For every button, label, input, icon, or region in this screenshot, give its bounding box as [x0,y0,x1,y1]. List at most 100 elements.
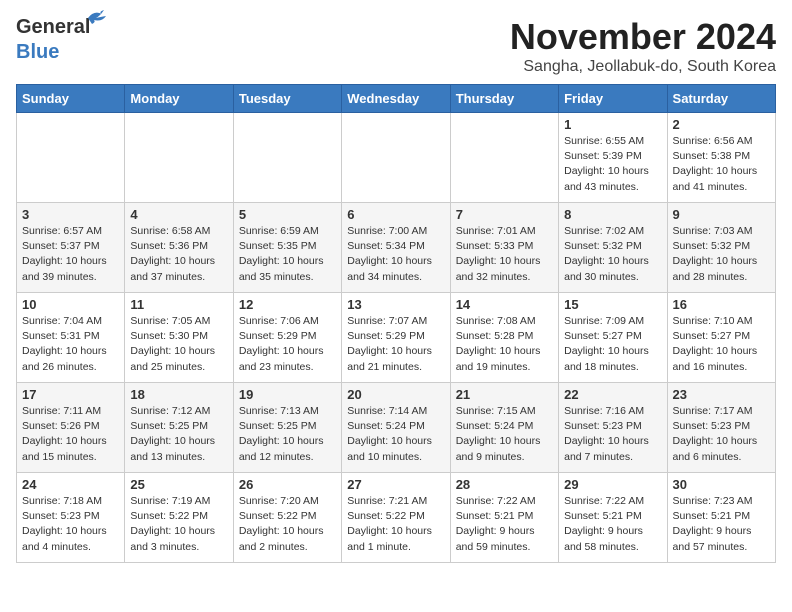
day-number: 15 [564,297,661,312]
day-info: Sunrise: 7:12 AM Sunset: 5:25 PM Dayligh… [130,404,227,465]
sunrise-text: Sunrise: 6:55 AM [564,135,644,147]
day-info: Sunrise: 7:02 AM Sunset: 5:32 PM Dayligh… [564,224,661,285]
sunrise-text: Sunrise: 7:21 AM [347,495,427,507]
calendar-header-row: SundayMondayTuesdayWednesdayThursdayFrid… [17,85,776,113]
sunrise-text: Sunrise: 7:03 AM [673,225,753,237]
calendar-cell: 14 Sunrise: 7:08 AM Sunset: 5:28 PM Dayl… [450,293,558,383]
daylight-text: Daylight: 10 hours and 34 minutes. [347,255,432,282]
sunset-text: Sunset: 5:32 PM [564,240,642,252]
sunset-text: Sunset: 5:21 PM [456,510,534,522]
sunrise-text: Sunrise: 7:15 AM [456,405,536,417]
daylight-text: Daylight: 10 hours and 12 minutes. [239,435,324,462]
daylight-text: Daylight: 10 hours and 26 minutes. [22,345,107,372]
day-number: 10 [22,297,119,312]
day-of-week-header: Wednesday [342,85,450,113]
sunset-text: Sunset: 5:34 PM [347,240,425,252]
day-info: Sunrise: 7:15 AM Sunset: 5:24 PM Dayligh… [456,404,553,465]
day-number: 1 [564,117,661,132]
calendar-cell: 5 Sunrise: 6:59 AM Sunset: 5:35 PM Dayli… [233,203,341,293]
day-info: Sunrise: 7:22 AM Sunset: 5:21 PM Dayligh… [456,494,553,555]
sunset-text: Sunset: 5:29 PM [347,330,425,342]
sunset-text: Sunset: 5:27 PM [564,330,642,342]
calendar-cell [450,113,558,203]
sunrise-text: Sunrise: 7:20 AM [239,495,319,507]
day-number: 6 [347,207,444,222]
calendar-cell: 24 Sunrise: 7:18 AM Sunset: 5:23 PM Dayl… [17,473,125,563]
title-block: November 2024 Sangha, Jeollabuk-do, Sout… [510,16,776,76]
calendar-cell: 27 Sunrise: 7:21 AM Sunset: 5:22 PM Dayl… [342,473,450,563]
day-info: Sunrise: 7:22 AM Sunset: 5:21 PM Dayligh… [564,494,661,555]
day-of-week-header: Friday [559,85,667,113]
calendar-cell: 1 Sunrise: 6:55 AM Sunset: 5:39 PM Dayli… [559,113,667,203]
day-info: Sunrise: 6:57 AM Sunset: 5:37 PM Dayligh… [22,224,119,285]
calendar-cell: 29 Sunrise: 7:22 AM Sunset: 5:21 PM Dayl… [559,473,667,563]
sunrise-text: Sunrise: 7:01 AM [456,225,536,237]
sunset-text: Sunset: 5:24 PM [456,420,534,432]
day-number: 5 [239,207,336,222]
sunrise-text: Sunrise: 7:17 AM [673,405,753,417]
sunset-text: Sunset: 5:30 PM [130,330,208,342]
day-number: 7 [456,207,553,222]
day-info: Sunrise: 7:03 AM Sunset: 5:32 PM Dayligh… [673,224,770,285]
day-info: Sunrise: 6:55 AM Sunset: 5:39 PM Dayligh… [564,134,661,195]
daylight-text: Daylight: 10 hours and 6 minutes. [673,435,758,462]
calendar-cell: 3 Sunrise: 6:57 AM Sunset: 5:37 PM Dayli… [17,203,125,293]
logo-blue-text: Blue [16,41,59,64]
day-number: 29 [564,477,661,492]
sunset-text: Sunset: 5:31 PM [22,330,100,342]
sunset-text: Sunset: 5:36 PM [130,240,208,252]
sunrise-text: Sunrise: 7:05 AM [130,315,210,327]
day-info: Sunrise: 6:56 AM Sunset: 5:38 PM Dayligh… [673,134,770,195]
day-number: 26 [239,477,336,492]
calendar-cell: 2 Sunrise: 6:56 AM Sunset: 5:38 PM Dayli… [667,113,775,203]
sunset-text: Sunset: 5:22 PM [130,510,208,522]
calendar-week-row: 3 Sunrise: 6:57 AM Sunset: 5:37 PM Dayli… [17,203,776,293]
calendar-cell: 8 Sunrise: 7:02 AM Sunset: 5:32 PM Dayli… [559,203,667,293]
calendar-table: SundayMondayTuesdayWednesdayThursdayFrid… [16,84,776,563]
daylight-text: Daylight: 10 hours and 16 minutes. [673,345,758,372]
calendar-cell: 30 Sunrise: 7:23 AM Sunset: 5:21 PM Dayl… [667,473,775,563]
day-info: Sunrise: 7:20 AM Sunset: 5:22 PM Dayligh… [239,494,336,555]
sunset-text: Sunset: 5:24 PM [347,420,425,432]
sunrise-text: Sunrise: 7:06 AM [239,315,319,327]
sunrise-text: Sunrise: 7:07 AM [347,315,427,327]
calendar-cell [17,113,125,203]
sunrise-text: Sunrise: 7:02 AM [564,225,644,237]
day-info: Sunrise: 7:07 AM Sunset: 5:29 PM Dayligh… [347,314,444,375]
sunset-text: Sunset: 5:29 PM [239,330,317,342]
sunset-text: Sunset: 5:23 PM [673,420,751,432]
daylight-text: Daylight: 10 hours and 30 minutes. [564,255,649,282]
day-number: 13 [347,297,444,312]
day-number: 11 [130,297,227,312]
calendar-week-row: 24 Sunrise: 7:18 AM Sunset: 5:23 PM Dayl… [17,473,776,563]
sunrise-text: Sunrise: 6:58 AM [130,225,210,237]
day-number: 8 [564,207,661,222]
calendar-cell: 11 Sunrise: 7:05 AM Sunset: 5:30 PM Dayl… [125,293,233,383]
calendar-cell [125,113,233,203]
daylight-text: Daylight: 10 hours and 18 minutes. [564,345,649,372]
day-number: 12 [239,297,336,312]
daylight-text: Daylight: 10 hours and 41 minutes. [673,165,758,192]
calendar-cell: 4 Sunrise: 6:58 AM Sunset: 5:36 PM Dayli… [125,203,233,293]
calendar-cell: 6 Sunrise: 7:00 AM Sunset: 5:34 PM Dayli… [342,203,450,293]
sunset-text: Sunset: 5:27 PM [673,330,751,342]
logo-general-text: General [16,16,90,38]
sunset-text: Sunset: 5:35 PM [239,240,317,252]
sunrise-text: Sunrise: 7:04 AM [22,315,102,327]
day-info: Sunrise: 7:10 AM Sunset: 5:27 PM Dayligh… [673,314,770,375]
sunset-text: Sunset: 5:22 PM [347,510,425,522]
day-number: 20 [347,387,444,402]
calendar-cell: 21 Sunrise: 7:15 AM Sunset: 5:24 PM Dayl… [450,383,558,473]
day-info: Sunrise: 7:08 AM Sunset: 5:28 PM Dayligh… [456,314,553,375]
daylight-text: Daylight: 10 hours and 19 minutes. [456,345,541,372]
sunset-text: Sunset: 5:21 PM [673,510,751,522]
daylight-text: Daylight: 10 hours and 4 minutes. [22,525,107,552]
calendar-cell: 23 Sunrise: 7:17 AM Sunset: 5:23 PM Dayl… [667,383,775,473]
day-info: Sunrise: 7:16 AM Sunset: 5:23 PM Dayligh… [564,404,661,465]
month-title: November 2024 [510,16,776,58]
day-info: Sunrise: 6:59 AM Sunset: 5:35 PM Dayligh… [239,224,336,285]
sunrise-text: Sunrise: 7:09 AM [564,315,644,327]
page-header: General Blue November 2024 Sangha, Jeoll… [16,16,776,76]
day-number: 27 [347,477,444,492]
calendar-cell: 10 Sunrise: 7:04 AM Sunset: 5:31 PM Dayl… [17,293,125,383]
